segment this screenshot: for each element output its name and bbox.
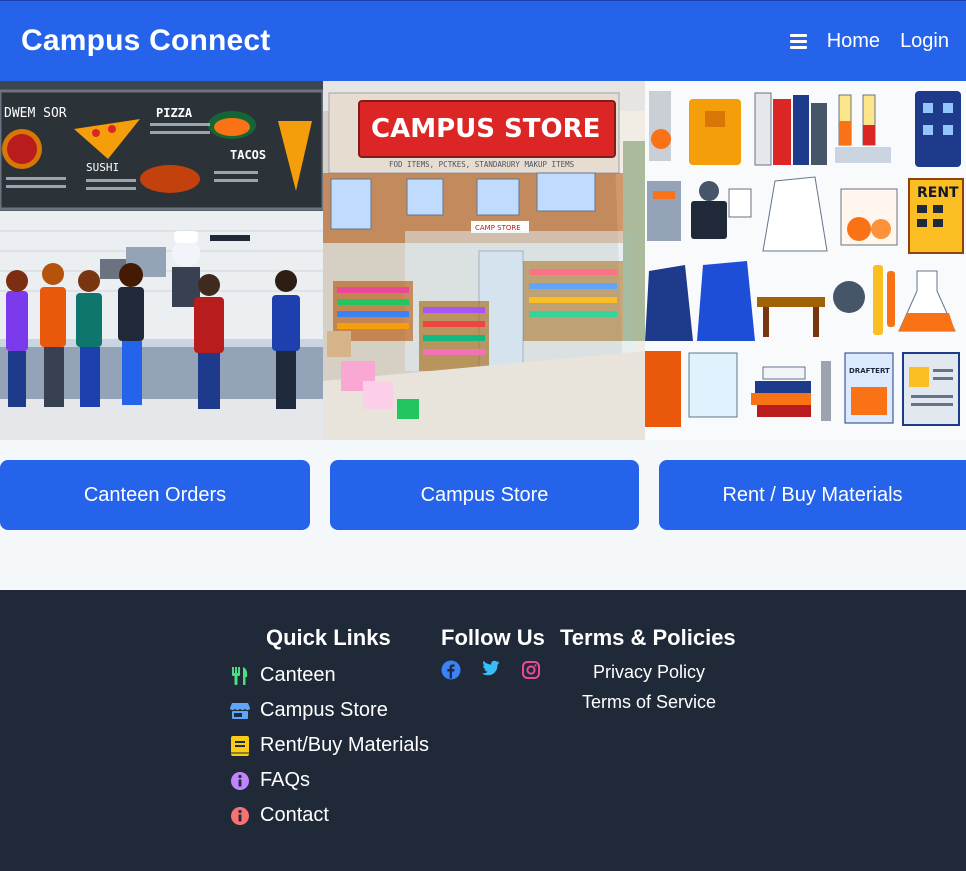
menu-heading-text: DWEM SOR xyxy=(4,106,67,121)
store-subtitle-text: FOD ITEMS, PCTKES, STANDARURY MAKUP ITEM… xyxy=(389,160,575,169)
site-footer: Quick Links Canteen Campus Store Rent/Bu… xyxy=(0,590,966,871)
campus-store-illustration: CAMPUS STORE FOD ITEMS, PCTKES, STANDARU… xyxy=(323,81,645,440)
store-icon xyxy=(230,701,250,721)
info-circle-icon xyxy=(230,806,250,826)
store-door-sign: CAMP STORE xyxy=(475,224,521,232)
quick-link-canteen[interactable]: Canteen xyxy=(230,664,336,687)
quick-link-label: FAQs xyxy=(260,769,311,791)
utensils-icon xyxy=(230,666,250,686)
menu-tacos-text: TACOS xyxy=(230,148,266,162)
info-circle-icon xyxy=(230,771,250,791)
hamburger-icon[interactable] xyxy=(789,33,807,49)
rent-buy-materials-button[interactable]: Rent / Buy Materials xyxy=(659,460,966,530)
action-buttons: Canteen Orders Campus Store Rent / Buy M… xyxy=(0,460,966,530)
terms-of-service-link[interactable]: Terms of Service xyxy=(560,692,738,713)
campus-store-button[interactable]: Campus Store xyxy=(330,460,639,530)
quick-link-label: Rent/Buy Materials xyxy=(260,734,429,756)
canteen-orders-button[interactable]: Canteen Orders xyxy=(0,460,310,530)
quick-link-campus-store[interactable]: Campus Store xyxy=(230,699,388,722)
nav-links: Home Login xyxy=(789,30,949,53)
menu-pizza-text: PIZZA xyxy=(156,106,193,120)
brand-title[interactable]: Campus Connect xyxy=(21,24,271,58)
quick-link-faqs[interactable]: FAQs xyxy=(230,769,310,792)
facebook-icon[interactable] xyxy=(441,660,461,680)
quick-link-contact[interactable]: Contact xyxy=(230,804,329,827)
menu-sushi-text: SUSHI xyxy=(86,161,119,174)
terms-policies-title: Terms & Policies xyxy=(560,625,736,650)
store-sign-text: CAMPUS STORE xyxy=(371,114,600,144)
materials-illustration: RENT DRAFTERT xyxy=(645,81,966,440)
top-navbar: Campus Connect Home Login xyxy=(0,0,966,81)
instagram-icon[interactable] xyxy=(521,660,541,680)
book-icon xyxy=(230,735,250,756)
canteen-illustration: DWEM SOR PIZZA SUSHI TACOS xyxy=(0,81,323,440)
nav-home-link[interactable]: Home xyxy=(827,30,880,53)
quick-links-title: Quick Links xyxy=(266,625,391,650)
follow-us-title: Follow Us xyxy=(441,625,545,650)
hero-banner: DWEM SOR PIZZA SUSHI TACOS CAMPUS STORE … xyxy=(0,81,966,440)
quick-link-label: Campus Store xyxy=(260,699,388,721)
quick-link-label: Contact xyxy=(260,804,329,826)
twitter-icon[interactable] xyxy=(480,660,500,680)
privacy-policy-link[interactable]: Privacy Policy xyxy=(560,662,738,683)
draft-label-text: DRAFTERT xyxy=(849,367,890,375)
quick-link-label: Canteen xyxy=(260,664,336,686)
nav-login-link[interactable]: Login xyxy=(900,30,949,53)
quick-link-rent-buy[interactable]: Rent/Buy Materials xyxy=(230,734,429,757)
rent-sign-text: RENT xyxy=(917,185,959,201)
